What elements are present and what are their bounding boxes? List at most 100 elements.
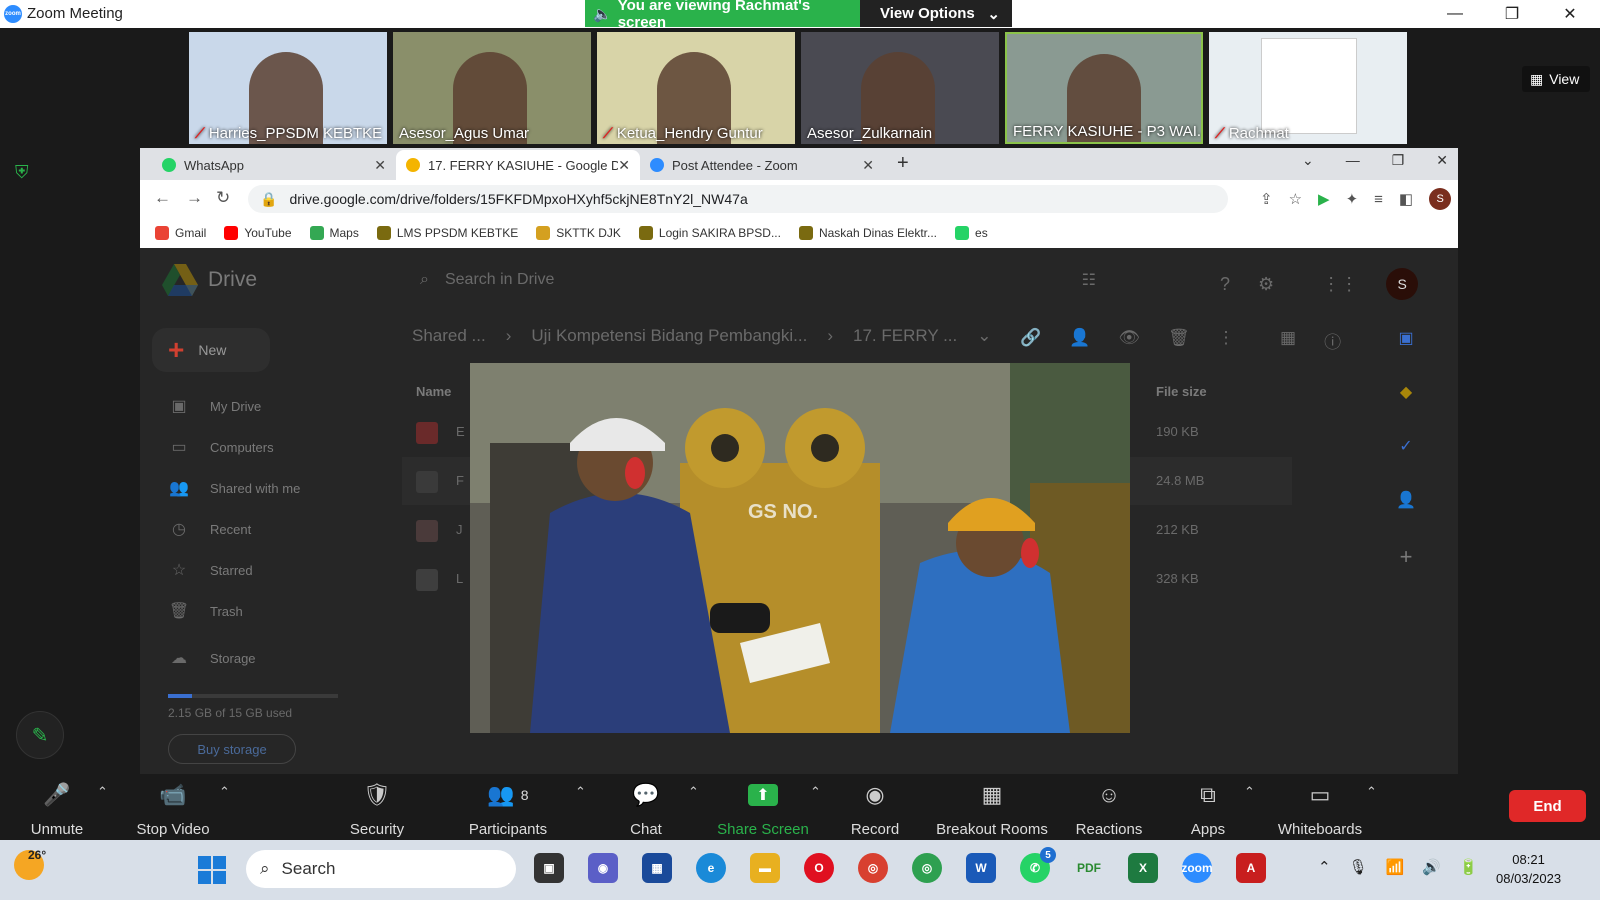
breadcrumb-item[interactable]: Shared ... xyxy=(412,326,486,346)
keep-icon[interactable]: ◆ xyxy=(1400,382,1412,402)
toolbar-breakout-rooms-button[interactable]: ▦ Breakout Rooms xyxy=(928,780,1057,838)
chevron-up-icon[interactable]: ⌃ xyxy=(1318,858,1331,876)
browser-tab-whatsapp[interactable]: WhatsApp ✕ xyxy=(152,150,396,180)
close-icon[interactable]: ✕ xyxy=(862,157,874,174)
chrome-icon[interactable]: ◎ xyxy=(858,853,888,883)
opera-icon[interactable]: O xyxy=(804,853,834,883)
toolbar-whiteboards-button[interactable]: ▭ Whiteboards xyxy=(1268,780,1372,838)
contacts-icon[interactable]: 👤 xyxy=(1396,490,1416,510)
kebab-menu-icon[interactable]: ⋮ xyxy=(1218,328,1235,348)
toolbar-share-screen-button[interactable]: ⬆ Share Screen xyxy=(707,780,819,838)
view-options-button[interactable]: View Options ⌄ xyxy=(860,0,1012,27)
apps-grid-icon[interactable]: ⋮⋮ xyxy=(1322,274,1358,295)
extension-cast-icon[interactable]: ▶ xyxy=(1318,190,1330,208)
browser-tab-zoom[interactable]: Post Attendee - Zoom ✕ xyxy=(640,150,884,180)
add-person-icon[interactable]: 👤 xyxy=(1069,328,1090,348)
trash-icon[interactable]: 🗑 xyxy=(1168,328,1190,348)
column-header-name[interactable]: Name xyxy=(416,384,451,399)
chrome-profile-icon[interactable]: ◎ xyxy=(912,853,942,883)
toolbar-chat-button[interactable]: 💬 Chat xyxy=(624,780,668,838)
chevron-up-icon[interactable]: ⌃ xyxy=(1366,784,1377,800)
back-arrow-icon[interactable]: ← xyxy=(154,188,171,208)
media-icon[interactable]: ≡ xyxy=(1374,191,1383,208)
help-icon[interactable]: ? xyxy=(1220,274,1230,295)
drive-search-bar[interactable]: ⌕ Search in Drive ☷ xyxy=(408,260,1108,300)
participant-thumbnail[interactable]: Asesor_Zulkarnain xyxy=(801,32,999,144)
chevron-up-icon[interactable]: ⌃ xyxy=(1244,784,1255,800)
end-meeting-button[interactable]: End xyxy=(1509,790,1586,822)
sidebar-item[interactable]: 👥 Shared with me xyxy=(168,478,300,498)
participant-thumbnail[interactable]: ⟋ Rachmat xyxy=(1209,32,1407,144)
view-layout-button[interactable]: ▦ View xyxy=(1522,66,1590,92)
file-explorer-icon[interactable]: ▬ xyxy=(750,853,780,883)
toolbar-participants-button[interactable]: 👥 8 Participants xyxy=(452,780,564,838)
task-view-icon[interactable]: ▣ xyxy=(534,853,564,883)
chevron-down-icon[interactable]: ⌄ xyxy=(977,326,991,346)
whatsapp-taskbar-icon[interactable]: ✆ 5 xyxy=(1020,847,1056,883)
chevron-up-icon[interactable]: ⌃ xyxy=(97,784,108,800)
drive-account-avatar[interactable]: S xyxy=(1386,268,1419,300)
toolbar-security-button[interactable]: 🛡 Security xyxy=(338,780,416,838)
store-icon[interactable]: ▦ xyxy=(642,853,672,883)
sidebar-item[interactable]: ◷ Recent xyxy=(168,519,251,539)
bookmark-item[interactable]: LMS PPSDM KEBTKE xyxy=(376,226,518,240)
chevron-up-icon[interactable]: ⌃ xyxy=(575,784,586,800)
profile-avatar[interactable]: S xyxy=(1429,188,1452,210)
restore-button[interactable]: ❐ xyxy=(1492,2,1532,26)
bookmark-item[interactable]: YouTube xyxy=(224,226,292,240)
bookmark-item[interactable]: Gmail xyxy=(155,226,206,240)
sidebar-item[interactable]: 🗑 Trash xyxy=(168,601,243,621)
weather-widget[interactable]: 26° xyxy=(14,848,46,880)
side-panel-icon[interactable]: ◧ xyxy=(1399,190,1413,208)
link-icon[interactable]: 🔗 xyxy=(1020,328,1041,348)
browser-tab-drive[interactable]: 17. FERRY KASIUHE - Google Driv ✕ xyxy=(396,150,640,180)
filter-icon[interactable]: ☷ xyxy=(1082,270,1096,290)
toolbar-reactions-button[interactable]: ☺ Reactions xyxy=(1066,780,1153,838)
participant-thumbnail[interactable]: ⟋ Harries_PPSDM KEBTKE xyxy=(189,32,387,144)
annotate-pen-button[interactable]: ✎ xyxy=(16,711,64,759)
breadcrumb-item[interactable]: 17. FERRY ... xyxy=(853,326,957,346)
toolbar-stop-video-button[interactable]: 📹 Stop Video xyxy=(126,780,221,838)
puzzle-icon[interactable]: ✦ xyxy=(1346,190,1359,208)
restore-icon[interactable]: ❐ xyxy=(1392,152,1405,169)
sidebar-item[interactable]: ▭ Computers xyxy=(168,437,273,457)
windows-start-icon[interactable] xyxy=(198,856,226,884)
participant-thumbnail[interactable]: ⟋ Ketua_Hendry Guntur xyxy=(597,32,795,144)
bookmark-item[interactable]: es xyxy=(955,226,988,240)
bookmark-item[interactable]: Naskah Dinas Elektr... xyxy=(798,226,937,240)
bookmark-item[interactable]: Login SAKIRA BPSD... xyxy=(638,226,781,240)
taskbar-search[interactable]: ⌕ Search xyxy=(246,850,516,888)
toolbar-apps-button[interactable]: ⧉ Apps xyxy=(1186,780,1230,838)
add-addon-icon[interactable]: + xyxy=(1400,544,1413,570)
address-bar[interactable]: 🔒 drive.google.com/drive/folders/15FKFDM… xyxy=(248,185,1228,213)
chevron-up-icon[interactable]: ⌃ xyxy=(810,784,821,800)
bookmark-item[interactable]: SKTTK DJK xyxy=(536,226,621,240)
shared-video-player[interactable]: GS NO. xyxy=(470,363,1130,733)
acrobat-icon[interactable]: A xyxy=(1236,853,1266,883)
reload-icon[interactable]: ↻ xyxy=(216,188,230,208)
forward-arrow-icon[interactable]: → xyxy=(186,188,203,208)
participant-thumbnail[interactable]: Asesor_Agus Umar xyxy=(393,32,591,144)
teams-chat-icon[interactable]: ◉ xyxy=(588,853,618,883)
new-tab-button[interactable]: + xyxy=(897,152,909,175)
column-header-size[interactable]: File size xyxy=(1156,384,1207,399)
close-icon[interactable]: ✕ xyxy=(618,157,630,174)
tasks-icon[interactable]: ✓ xyxy=(1399,436,1412,456)
info-icon[interactable]: ⓘ xyxy=(1324,328,1341,353)
participant-thumbnail-active[interactable]: FERRY KASIUHE - P3 WAI... xyxy=(1005,32,1203,144)
eye-icon[interactable]: 👁 xyxy=(1118,328,1140,348)
new-button[interactable]: + New xyxy=(152,328,270,372)
sidebar-item[interactable]: ▣ My Drive xyxy=(168,396,261,416)
minimize-icon[interactable]: — xyxy=(1346,152,1360,169)
breadcrumb-item[interactable]: Uji Kompetensi Bidang Pembangki... xyxy=(531,326,807,346)
battery-icon[interactable]: 🔋 xyxy=(1459,858,1478,876)
microphone-icon[interactable]: 🎙 xyxy=(1349,858,1368,876)
toolbar-record-button[interactable]: ◉ Record xyxy=(845,780,906,838)
close-icon[interactable]: ✕ xyxy=(1436,152,1448,169)
close-icon[interactable]: ✕ xyxy=(374,157,386,174)
minimize-button[interactable]: — xyxy=(1435,2,1475,26)
pdf-tkb-icon[interactable]: PDF xyxy=(1074,853,1104,883)
excel-icon[interactable]: X xyxy=(1128,853,1158,883)
share-icon[interactable]: ⇪ xyxy=(1260,190,1273,208)
star-icon[interactable]: ☆ xyxy=(1289,190,1302,208)
